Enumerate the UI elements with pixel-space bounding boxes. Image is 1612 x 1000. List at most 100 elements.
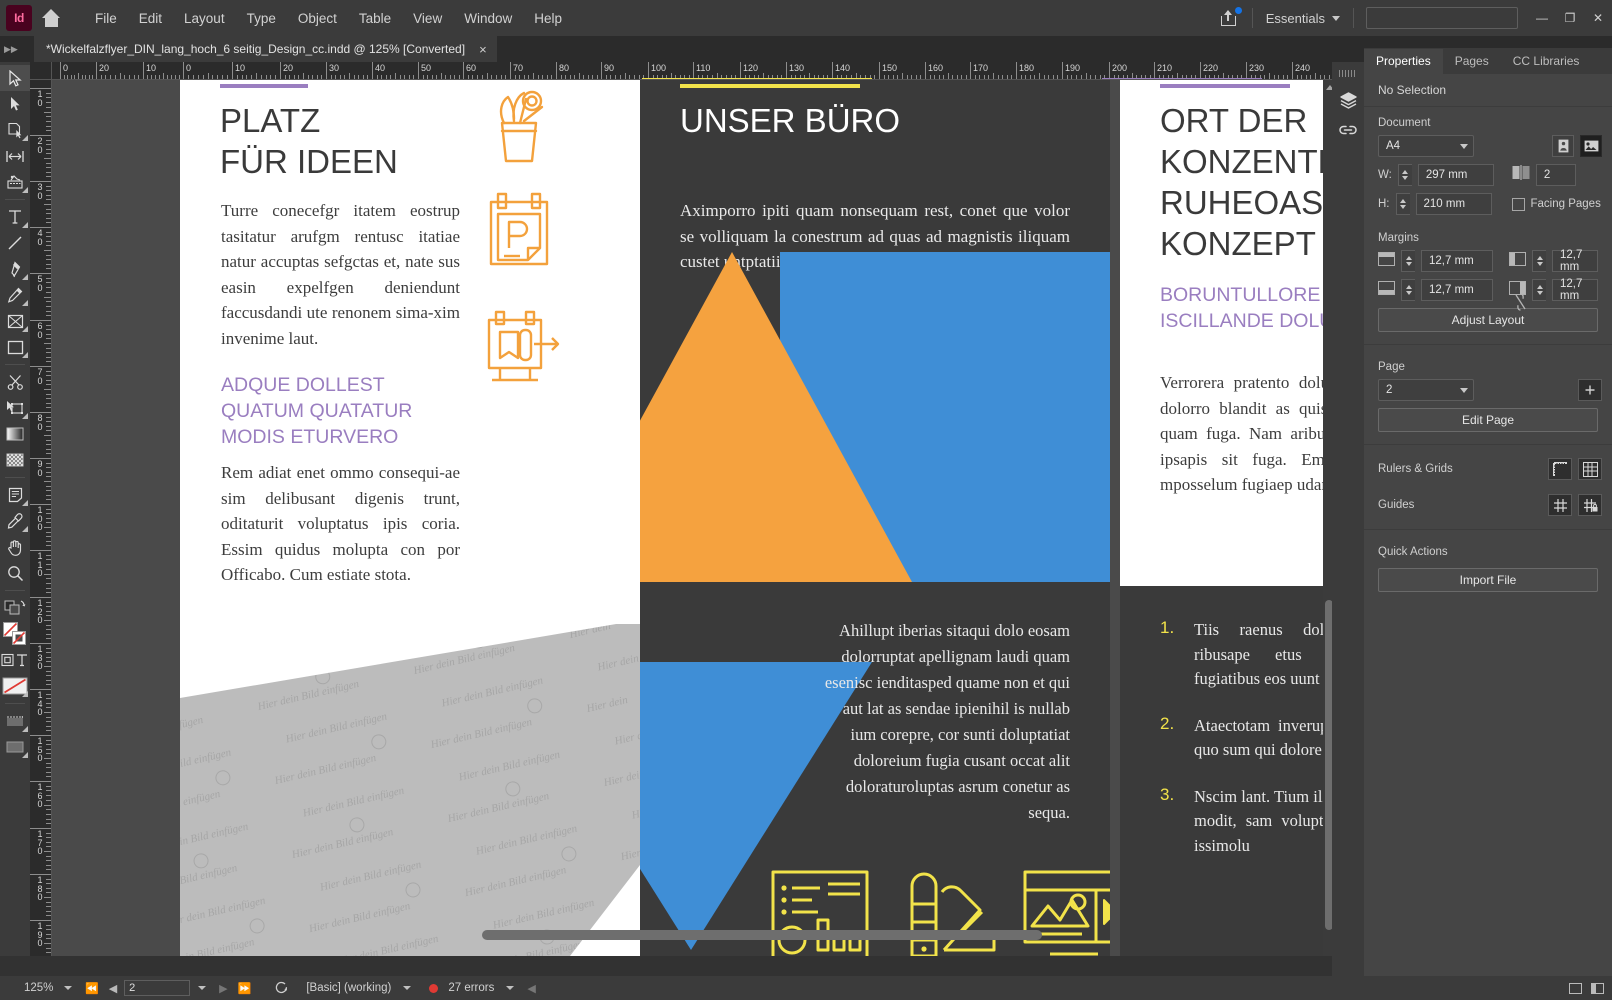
menu-view[interactable]: View bbox=[402, 5, 453, 32]
preflight-dropdown-icon[interactable] bbox=[403, 986, 412, 990]
menu-layout[interactable]: Layout bbox=[173, 5, 236, 32]
formatting-affects-container[interactable] bbox=[0, 647, 30, 673]
orientation-portrait-button[interactable] bbox=[1552, 135, 1574, 157]
menu-file[interactable]: File bbox=[84, 5, 128, 32]
height-field[interactable]: 210 mm bbox=[1415, 193, 1492, 215]
first-page-button[interactable]: ⏪ bbox=[80, 982, 104, 995]
home-button[interactable] bbox=[32, 0, 70, 36]
minimize-button[interactable]: — bbox=[1528, 0, 1556, 36]
menu-table[interactable]: Table bbox=[348, 5, 402, 32]
free-transform-tool[interactable] bbox=[0, 395, 30, 421]
page-right[interactable]: ORT DER KONZENTRATION RUHEOASE FÜR KONZE… bbox=[1120, 80, 1335, 956]
view-single-icon[interactable] bbox=[1569, 982, 1582, 994]
screen-mode[interactable] bbox=[0, 734, 30, 760]
dock-grip[interactable] bbox=[1339, 70, 1357, 77]
normal-view-mode[interactable] bbox=[0, 708, 30, 734]
collapse-panel-button[interactable]: ▶▶ bbox=[0, 36, 30, 62]
close-button[interactable]: ✕ bbox=[1584, 0, 1612, 36]
facing-pages-checkbox[interactable] bbox=[1511, 197, 1525, 211]
tab-properties[interactable]: Properties bbox=[1364, 49, 1443, 74]
orientation-landscape-button[interactable] bbox=[1580, 135, 1602, 157]
close-icon[interactable]: × bbox=[479, 43, 487, 56]
menu-window[interactable]: Window bbox=[453, 5, 523, 32]
zoom-tool[interactable] bbox=[0, 560, 30, 586]
horizontal-ruler[interactable]: 0 20 10 0 10 20 30 40 50 60 70 80 90 100 110 120 130 140 1… bbox=[52, 62, 1335, 80]
page-middle[interactable]: UNSER BÜRO Aximporro ipiti quam nonsequa… bbox=[640, 80, 1110, 956]
show-rulers-icon[interactable] bbox=[1548, 458, 1572, 480]
page-dropdown-icon[interactable] bbox=[198, 986, 207, 990]
layers-icon[interactable] bbox=[1332, 85, 1364, 115]
scissors-tool[interactable] bbox=[0, 369, 30, 395]
type-tool[interactable] bbox=[0, 204, 30, 230]
menu-object[interactable]: Object bbox=[287, 5, 348, 32]
pencil-tool[interactable] bbox=[0, 282, 30, 308]
width-field[interactable]: 297 mm bbox=[1417, 164, 1494, 186]
menu-type[interactable]: Type bbox=[236, 5, 287, 32]
margin-right-stepper[interactable] bbox=[1532, 279, 1546, 301]
unlink-icon[interactable] bbox=[1514, 292, 1527, 317]
pen-tool[interactable] bbox=[0, 256, 30, 282]
horizontal-scrollbar[interactable] bbox=[482, 930, 1042, 940]
menu-edit[interactable]: Edit bbox=[128, 5, 173, 32]
page-size-select[interactable]: A4 bbox=[1378, 135, 1474, 157]
errors-prev-icon[interactable]: ◀ bbox=[522, 982, 540, 995]
content-collector-tool[interactable] bbox=[0, 169, 30, 195]
tab-cc-libraries[interactable]: CC Libraries bbox=[1501, 49, 1592, 74]
frame-tool[interactable] bbox=[0, 308, 30, 334]
import-file-button[interactable]: Import File bbox=[1378, 568, 1598, 592]
errors-dropdown-icon[interactable] bbox=[506, 986, 515, 990]
show-guides-icon[interactable] bbox=[1548, 494, 1572, 516]
line-tool[interactable] bbox=[0, 230, 30, 256]
show-grid-icon[interactable] bbox=[1578, 458, 1602, 480]
vertical-ruler[interactable]: 10 20 30 40 50 60 70 80 90 100 110 120 130 140 150 160 1… bbox=[30, 80, 52, 956]
margin-bottom-field[interactable]: 12,7 mm bbox=[1421, 279, 1493, 301]
margin-left-field[interactable]: 12,7 mm bbox=[1552, 249, 1598, 273]
margin-top-field[interactable]: 12,7 mm bbox=[1421, 250, 1493, 272]
zoom-level[interactable]: 125% bbox=[0, 976, 56, 1000]
page-select[interactable]: 2 bbox=[1378, 379, 1474, 401]
margin-right-field[interactable]: 12,7 mm bbox=[1552, 278, 1598, 302]
gradient-swatch-tool[interactable] bbox=[0, 421, 30, 447]
document-canvas[interactable]: PLATZ FÜR IDEEN Turre conecefgr itatem e… bbox=[52, 80, 1335, 956]
document-tab[interactable]: *Wickelfalzflyer_DIN_lang_hoch_6 seitig_… bbox=[34, 36, 497, 62]
gap-tool[interactable] bbox=[0, 143, 30, 169]
eyedropper-tool[interactable] bbox=[0, 508, 30, 534]
preflight-icon[interactable] bbox=[274, 980, 288, 997]
width-stepper[interactable] bbox=[1397, 164, 1412, 186]
page-tool[interactable] bbox=[0, 117, 30, 143]
page-left[interactable]: PLATZ FÜR IDEEN Turre conecefgr itatem e… bbox=[180, 80, 640, 956]
height-stepper[interactable] bbox=[1395, 193, 1410, 215]
selection-tool[interactable] bbox=[0, 65, 30, 91]
menu-help[interactable]: Help bbox=[523, 5, 573, 32]
lock-guides-icon[interactable] bbox=[1578, 494, 1602, 516]
margin-left-stepper[interactable] bbox=[1532, 250, 1546, 272]
fill-stroke-swatches[interactable] bbox=[0, 621, 30, 647]
adjust-layout-button[interactable]: Adjust Layout bbox=[1378, 308, 1598, 332]
margin-bottom-stepper[interactable] bbox=[1401, 279, 1415, 301]
last-page-button[interactable]: ⏩ bbox=[233, 982, 257, 995]
note-tool[interactable] bbox=[0, 482, 30, 508]
edit-page-button[interactable]: Edit Page bbox=[1378, 408, 1598, 432]
gradient-feather-tool[interactable] bbox=[0, 447, 30, 473]
pages-count-field[interactable]: 2 bbox=[1535, 164, 1576, 186]
error-count[interactable]: 27 errors bbox=[444, 976, 498, 1000]
default-fill-stroke[interactable] bbox=[0, 673, 30, 699]
maximize-button[interactable]: ❐ bbox=[1556, 0, 1584, 36]
search-input[interactable] bbox=[1366, 7, 1518, 29]
links-icon[interactable] bbox=[1332, 115, 1364, 145]
zoom-dropdown-icon[interactable] bbox=[64, 986, 72, 990]
share-button[interactable] bbox=[1212, 0, 1246, 36]
photo-placeholder[interactable]: Hier dein Bild einfügen Hier dein Bild ei… bbox=[180, 620, 640, 956]
preflight-profile[interactable]: [Basic] (working) bbox=[302, 976, 395, 1000]
margin-top-stepper[interactable] bbox=[1401, 250, 1415, 272]
workspace-switcher[interactable]: Essentials bbox=[1259, 7, 1347, 30]
tab-pages[interactable]: Pages bbox=[1443, 49, 1501, 74]
page-number-field[interactable]: 2 bbox=[124, 980, 191, 996]
apply-color-indicator[interactable] bbox=[0, 595, 30, 621]
previous-page-button[interactable]: ◀ bbox=[104, 982, 122, 995]
rectangle-tool[interactable] bbox=[0, 334, 30, 360]
ruler-origin[interactable] bbox=[30, 62, 52, 80]
next-page-button[interactable]: ▶ bbox=[214, 982, 232, 995]
hand-tool[interactable] bbox=[0, 534, 30, 560]
view-split-icon[interactable] bbox=[1591, 982, 1604, 994]
